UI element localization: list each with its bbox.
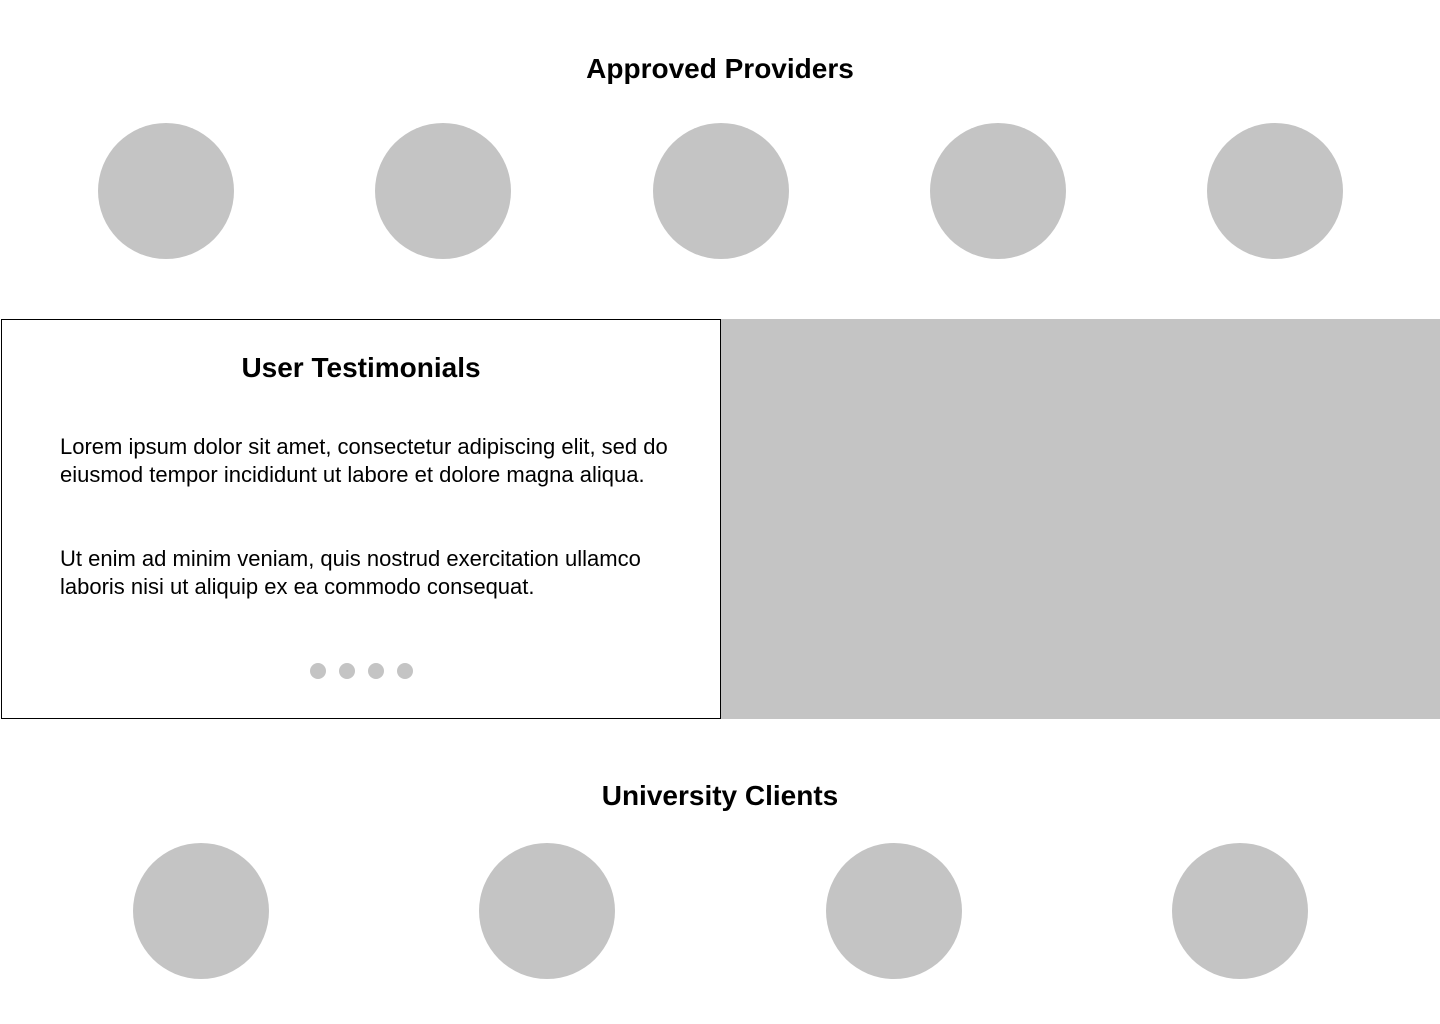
testimonial-image-placeholder	[721, 319, 1440, 719]
client-logo-placeholder[interactable]	[133, 843, 269, 979]
provider-logo-placeholder[interactable]	[375, 123, 511, 259]
page: Approved Providers User Testimonials Lor…	[0, 0, 1440, 1024]
provider-logo-placeholder[interactable]	[98, 123, 234, 259]
provider-logo-placeholder[interactable]	[930, 123, 1066, 259]
approved-providers-title: Approved Providers	[586, 53, 854, 84]
testimonial-paragraph: Lorem ipsum dolor sit amet, consectetur …	[60, 434, 668, 487]
testimonial-card: User Testimonials Lorem ipsum dolor sit …	[1, 319, 721, 719]
provider-logo-placeholder[interactable]	[653, 123, 789, 259]
testimonial-paragraph: Ut enim ad minim veniam, quis nostrud ex…	[60, 546, 641, 599]
client-logo-placeholder[interactable]	[1172, 843, 1308, 979]
client-logo-placeholder[interactable]	[479, 843, 615, 979]
university-clients-title: University Clients	[601, 780, 839, 811]
provider-logo-placeholder[interactable]	[1207, 123, 1343, 259]
client-logo-placeholder[interactable]	[826, 843, 962, 979]
carousel-dot[interactable]	[396, 663, 413, 679]
carousel-pagination	[2, 663, 720, 679]
carousel-dot[interactable]	[338, 663, 355, 679]
carousel-dot[interactable]	[367, 663, 384, 679]
user-testimonials-title: User Testimonials	[241, 352, 481, 383]
carousel-dot[interactable]	[309, 663, 326, 679]
